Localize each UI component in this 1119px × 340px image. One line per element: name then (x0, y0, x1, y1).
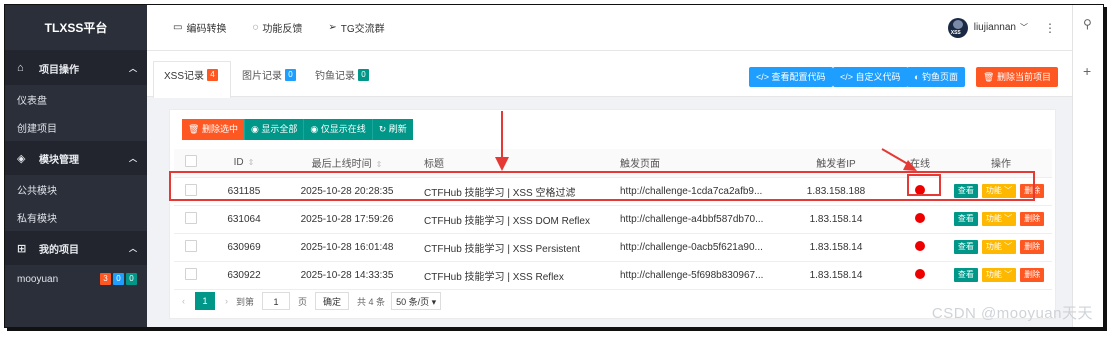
annotation-arrows (495, 111, 917, 171)
screenshot-frame: TLXSS平台 ⌂ 项目操作 ︿ 仪表盘 创建项目 ◈ 模块管理 ︿ 公共模块 … (4, 4, 1104, 328)
avatar-text: XSS (950, 29, 961, 36)
watermark: CSDN @mooyuan天天 (931, 305, 1093, 322)
